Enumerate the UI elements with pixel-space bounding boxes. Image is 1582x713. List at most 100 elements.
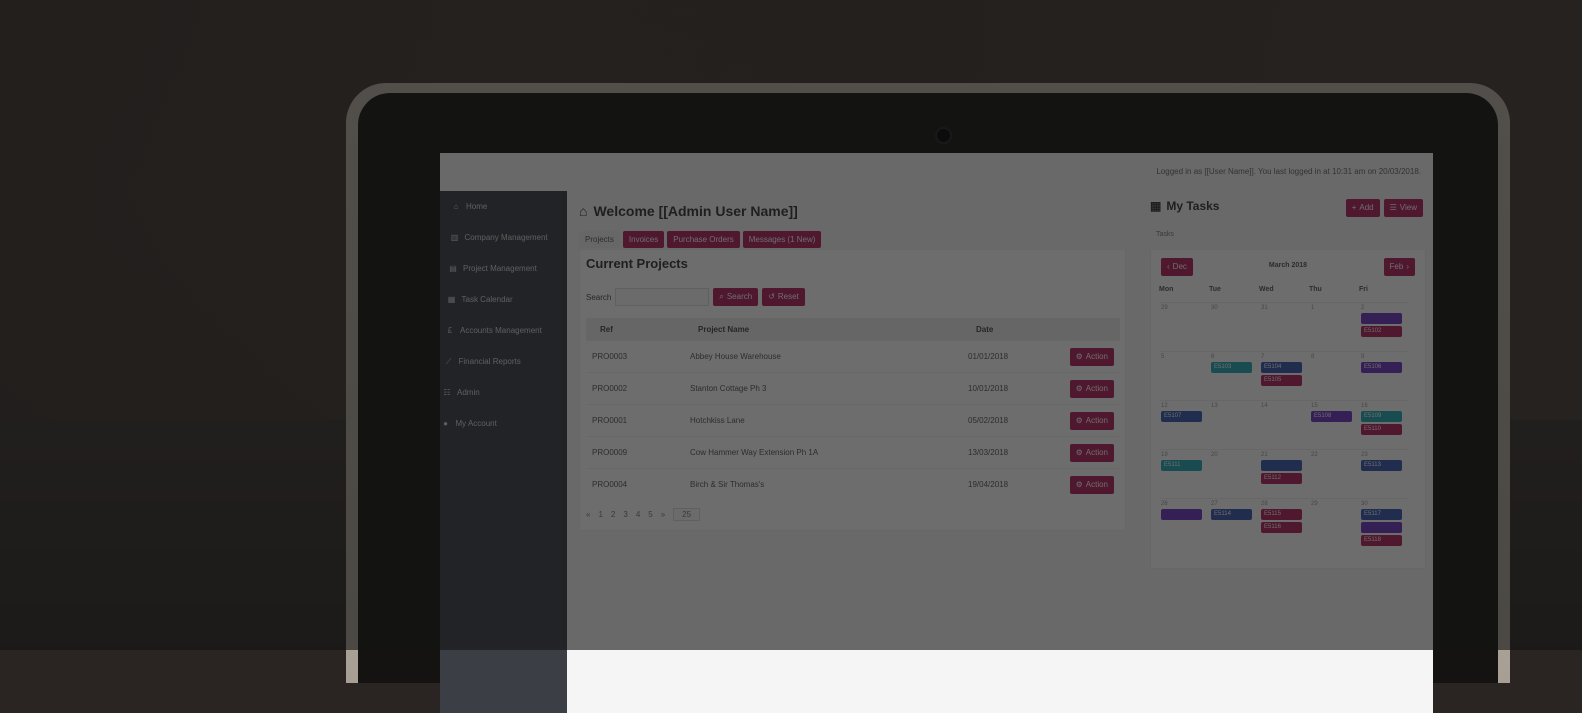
calendar-day[interactable]: 9 E5106 [1359, 352, 1409, 400]
tasks-filter[interactable]: Tasks [1156, 231, 1174, 238]
calendar-event[interactable]: E5103 [1211, 362, 1252, 373]
calendar-day[interactable]: 12 E5107 [1159, 401, 1209, 449]
page-link[interactable]: » [661, 510, 665, 519]
view-tasks-button[interactable]: ☰ View [1383, 199, 1423, 217]
reset-button[interactable]: ↺ Reset [762, 288, 805, 306]
sidebar-item-admin[interactable]: ☷ Admin [440, 377, 567, 408]
calendar-event[interactable] [1361, 522, 1402, 533]
sidebar-item-label: Admin [457, 388, 480, 397]
calendar-day[interactable]: 6 E5103 [1209, 352, 1259, 400]
tab-invoices[interactable]: Invoices [622, 231, 665, 248]
next-month-button[interactable]: Feb › [1383, 258, 1415, 276]
page-size-select[interactable]: 25 [673, 508, 701, 521]
calendar-event[interactable]: E5112 [1261, 473, 1302, 484]
sidebar-item-home[interactable]: ⌂ Home [440, 191, 567, 222]
calendar-day[interactable]: 15 E5108 [1309, 401, 1359, 449]
calendar-day[interactable]: 2 E5102 [1359, 303, 1409, 351]
action-button[interactable]: ⚙ Action [1069, 411, 1114, 430]
calendar-event[interactable]: E5109 [1361, 411, 1402, 422]
day-number: 30 [1211, 305, 1218, 311]
calendar-day[interactable]: 1 [1309, 303, 1359, 351]
tab-projects[interactable]: Projects [579, 231, 620, 248]
calendar-event[interactable]: E5108 [1311, 411, 1352, 422]
search-input[interactable] [615, 288, 710, 306]
calendar-day[interactable]: 16 E5109 E5110 [1359, 401, 1409, 449]
calendar-event[interactable] [1261, 460, 1302, 471]
calendar-day[interactable]: 29 [1309, 499, 1359, 548]
day-number: 15 [1311, 403, 1318, 409]
calendar-day[interactable]: 7 E5104 E5105 [1259, 352, 1309, 400]
add-task-button[interactable]: + Add [1345, 199, 1380, 217]
calendar-event[interactable]: E5115 [1261, 509, 1302, 520]
table-row[interactable]: PRO0002 Stanton Cottage Ph 3 10/01/2018 ⚙ Ac… [586, 372, 1120, 405]
action-button[interactable]: ⚙ Action [1069, 475, 1114, 494]
page-title: ⌂ Welcome [[Admin User Name]] [579, 203, 798, 219]
cell-name: Stanton Cottage Ph 3 [684, 372, 962, 405]
tab-purchase-orders[interactable]: Purchase Orders [667, 231, 740, 248]
calendar-day[interactable]: 26 [1159, 499, 1209, 548]
cell-ref: PRO0009 [586, 436, 684, 469]
page-link[interactable]: 1 [598, 510, 602, 519]
action-button[interactable]: ⚙ Action [1069, 379, 1114, 398]
calendar-day[interactable]: 28 E5115 E5116 [1259, 499, 1309, 548]
sidebar-item-task-calendar[interactable]: ▦ Task Calendar [440, 284, 567, 315]
page-link[interactable]: « [586, 510, 590, 519]
page-link[interactable]: 5 [648, 510, 652, 519]
calendar-day[interactable]: 22 [1309, 450, 1359, 498]
calendar-event[interactable]: E5106 [1361, 362, 1402, 373]
calendar-day[interactable]: 21 E5112 [1259, 450, 1309, 498]
sidebar-item-company-management[interactable]: ▥ Company Management [440, 222, 567, 253]
calendar-day[interactable]: 31 [1259, 303, 1309, 351]
calendar-event[interactable]: E5107 [1161, 411, 1202, 422]
day-number: 20 [1211, 452, 1218, 458]
sidebar-item-project-management[interactable]: ▤ Project Management [440, 253, 567, 284]
calendar-day[interactable]: 14 [1259, 401, 1309, 449]
table-row[interactable]: PRO0009 Cow Hammer Way Extension Ph 1A 13/… [586, 436, 1120, 469]
prev-month-button[interactable]: ‹ Dec [1161, 258, 1193, 276]
calendar-event[interactable]: E5104 [1261, 362, 1302, 373]
tab-messages[interactable]: Messages (1 New) [742, 231, 822, 248]
table-row[interactable]: PRO0003 Abbey House Warehouse 01/01/2018 ⚙ A… [586, 340, 1120, 373]
calendar-event[interactable] [1361, 313, 1402, 324]
calendar-event[interactable]: E5102 [1361, 326, 1402, 337]
calendar-day[interactable]: 13 [1209, 401, 1259, 449]
table-row[interactable]: PRO0001 Hotchkiss Lane 05/02/2018 ⚙ Action [586, 404, 1120, 437]
day-number: 29 [1311, 501, 1318, 507]
calendar-day[interactable]: 23 E5113 [1359, 450, 1409, 498]
sidebar-item-my-account[interactable]: ● My Account [440, 408, 567, 439]
calendar-event[interactable] [1161, 509, 1202, 520]
action-button[interactable]: ⚙ Action [1069, 443, 1114, 462]
calendar-event[interactable]: E5111 [1161, 460, 1202, 471]
sidebar-item-financial-reports[interactable]: ⟋ Financial Reports [440, 346, 567, 377]
calendar-day[interactable]: 5 [1159, 352, 1209, 400]
calendar-event[interactable]: E5105 [1261, 375, 1302, 386]
app-screen: Logged in as [[User Name]]. You last log… [440, 153, 1433, 713]
table-row[interactable]: PRO0004 Birch & Sir Thomas's 19/04/2018 ⚙ Ac… [586, 468, 1120, 500]
calendar-day[interactable]: 29 [1159, 303, 1209, 351]
page-link[interactable]: 4 [636, 510, 640, 519]
calendar-event[interactable]: E5110 [1361, 424, 1402, 435]
calendar-day[interactable]: 30 E5117 E5118 [1359, 499, 1409, 548]
calendar-event[interactable]: E5113 [1361, 460, 1402, 471]
calendar-event[interactable]: E5116 [1261, 522, 1302, 533]
calendar-day[interactable]: 8 [1309, 352, 1359, 400]
day-number: 6 [1211, 354, 1215, 360]
calendar-event[interactable]: E5117 [1361, 509, 1402, 520]
search-button[interactable]: ⌕ Search [713, 288, 759, 306]
calendar-day[interactable]: 30 [1209, 303, 1259, 351]
col-date[interactable]: Date [962, 318, 1038, 341]
welcome-text: Welcome [[Admin User Name]] [593, 203, 798, 219]
col-project-name[interactable]: Project Name [684, 318, 962, 341]
calendar-event[interactable]: E5114 [1211, 509, 1252, 520]
sidebar-item-accounts-management[interactable]: £ Accounts Management [440, 315, 567, 346]
page-link[interactable]: 2 [611, 510, 615, 519]
calendar-day[interactable]: 19 E5111 [1159, 450, 1209, 498]
reset-button-label: Reset [777, 292, 799, 301]
calendar-day[interactable]: 27 E5114 [1209, 499, 1259, 548]
action-button[interactable]: ⚙ Action [1069, 347, 1114, 366]
calendar-day[interactable]: 20 [1209, 450, 1259, 498]
col-ref[interactable]: Ref [586, 318, 684, 341]
calendar-event[interactable]: E5118 [1361, 535, 1402, 546]
page-link[interactable]: 3 [623, 510, 627, 519]
sidebar-item-label: Financial Reports [458, 357, 521, 366]
